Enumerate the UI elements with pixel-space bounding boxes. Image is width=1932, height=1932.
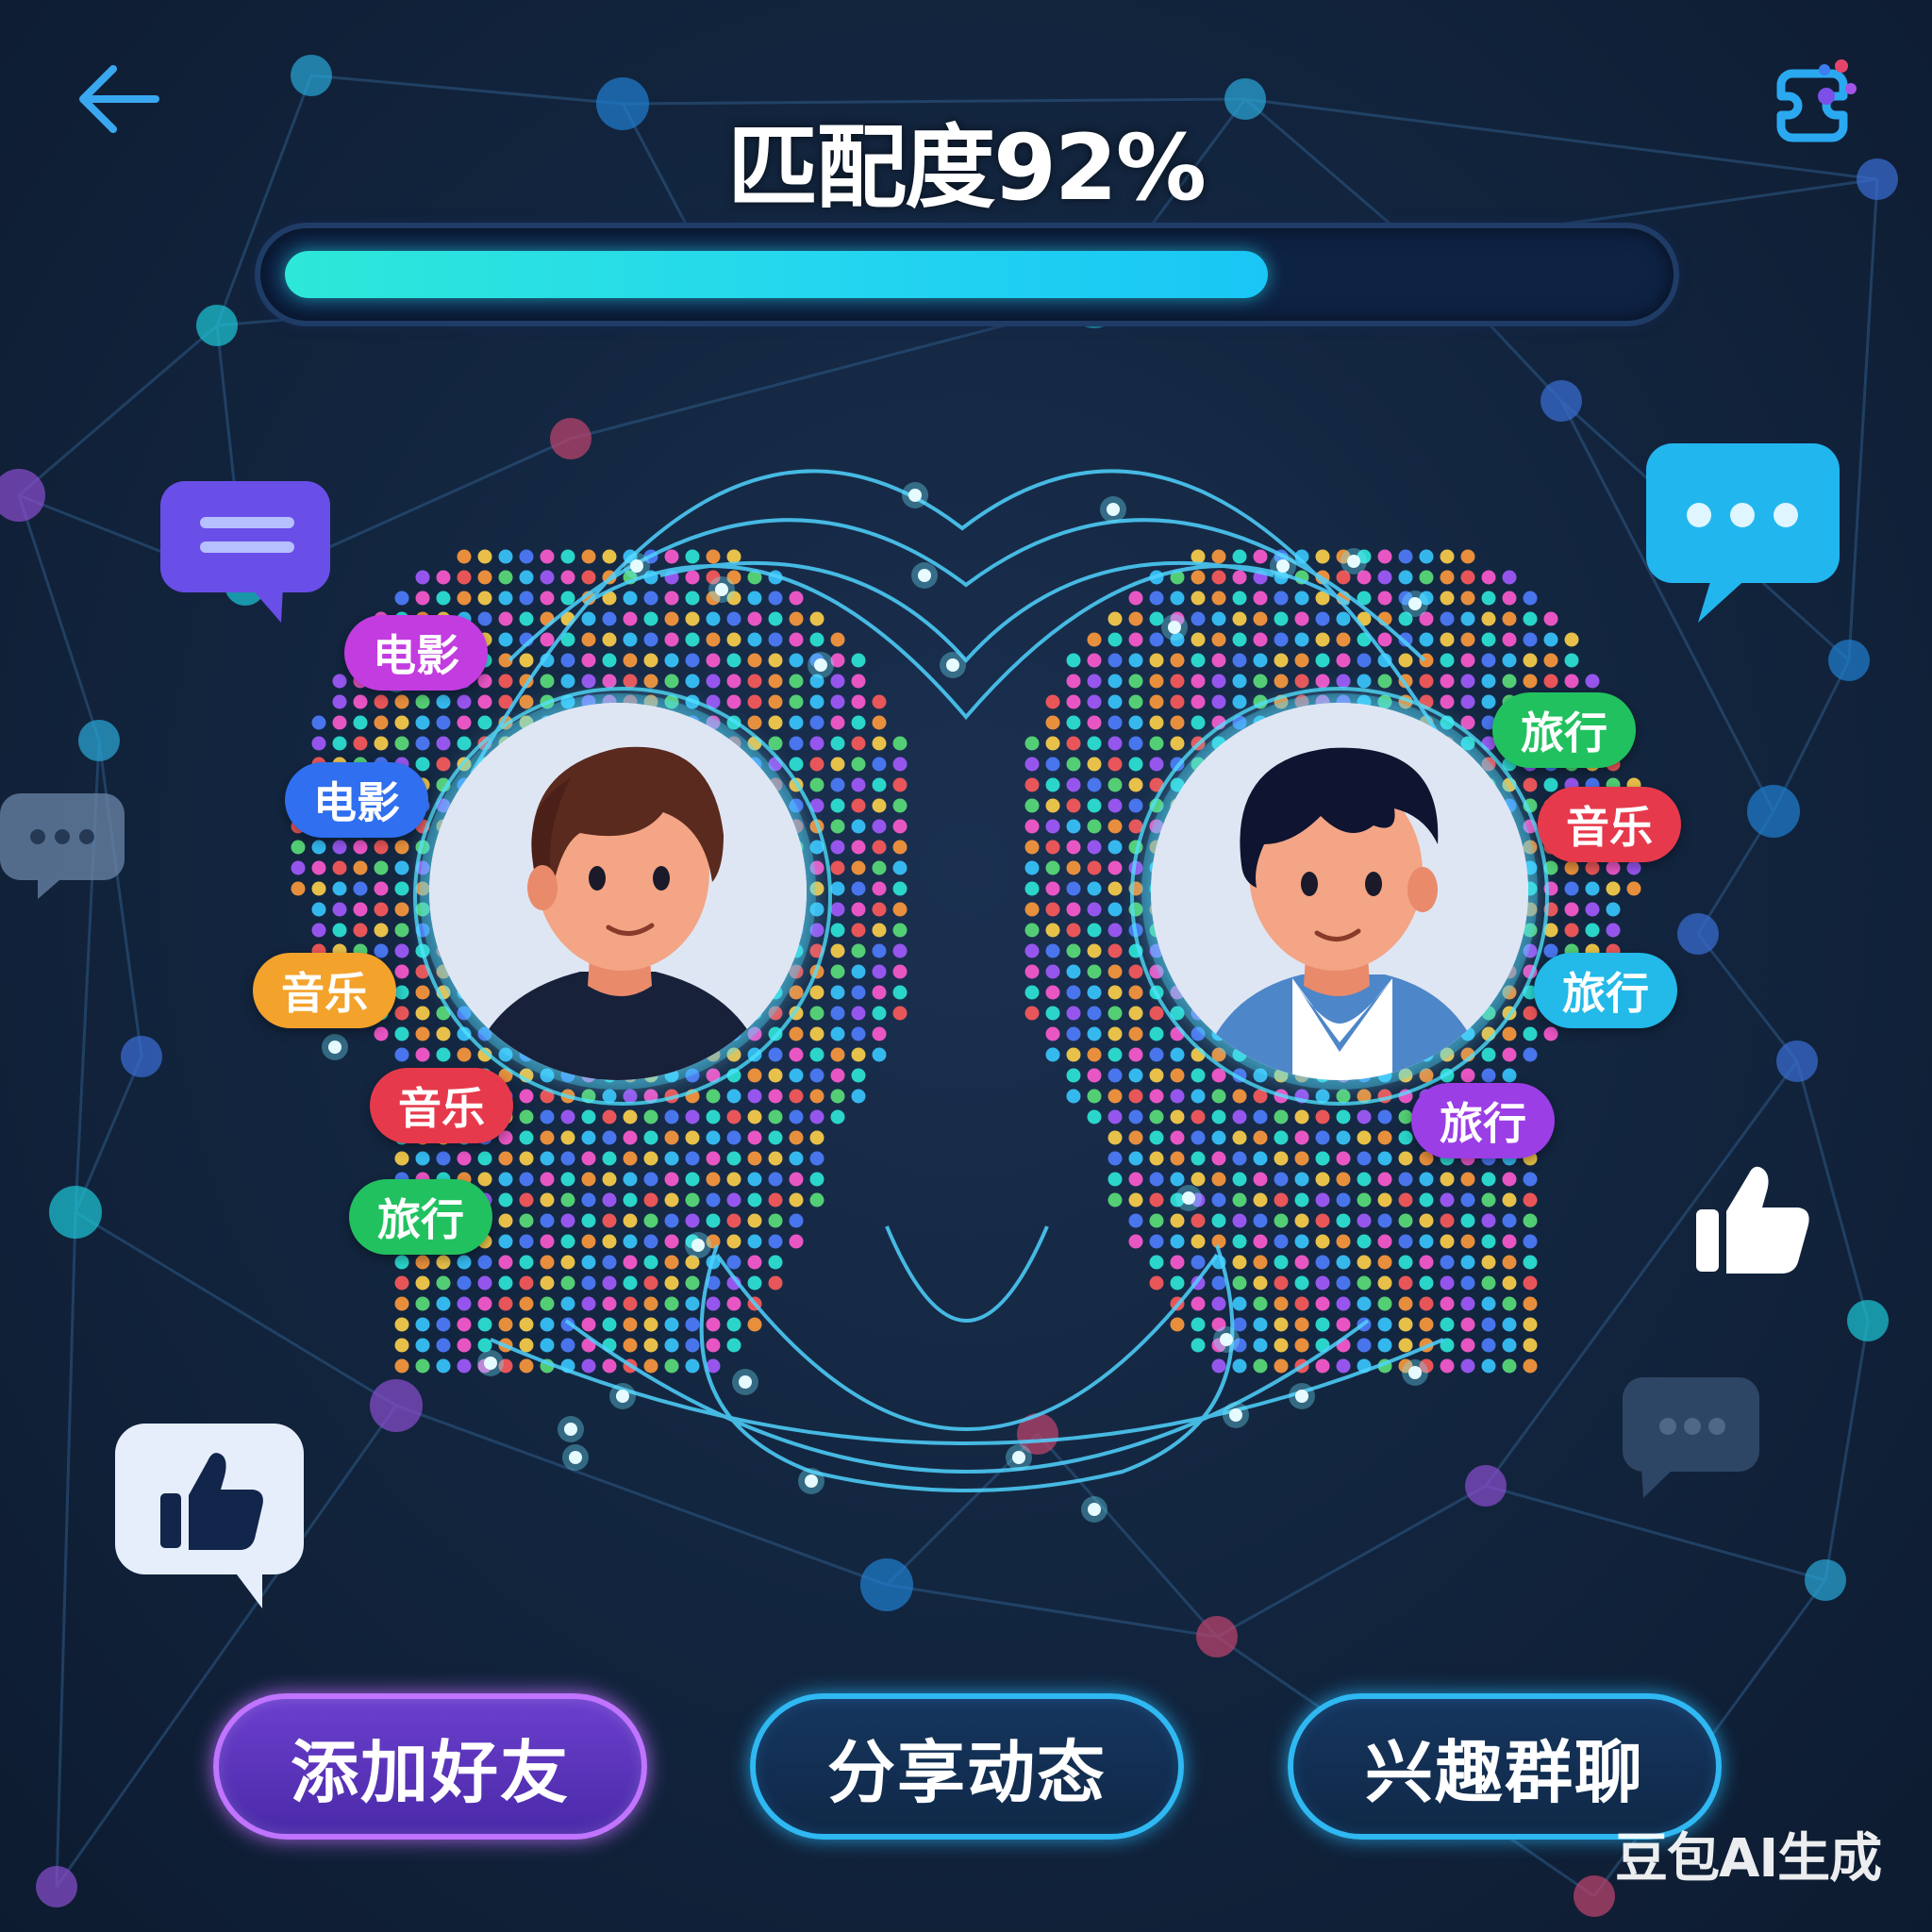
thumbs-up-icon	[1696, 1166, 1809, 1274]
match-progress-fill	[285, 251, 1268, 298]
match-score-title: 匹配度92%	[727, 115, 1207, 221]
interest-tag[interactable]: 电影	[285, 762, 428, 838]
user-avatar-illustration	[429, 703, 807, 1080]
right-user-avatar[interactable]	[1151, 703, 1528, 1080]
interest-tag[interactable]: 电影	[344, 615, 488, 691]
interest-tag[interactable]: 旅行	[349, 1179, 492, 1255]
left-user-avatar[interactable]	[429, 703, 807, 1080]
interest-tag[interactable]: 音乐	[1538, 787, 1681, 862]
chat-bubble-lines-icon	[160, 481, 330, 623]
ai-watermark: 豆包AI生成	[1615, 1828, 1882, 1890]
interest-tag[interactable]: 旅行	[1492, 692, 1636, 768]
match-screen: 匹配度92% 电影 电影 音乐 音乐 旅行 旅行 音乐 旅行 旅行 添加好友 分…	[0, 0, 1932, 1932]
add-friend-button[interactable]: 添加好友	[213, 1693, 647, 1840]
thumbs-up-icon	[115, 1424, 304, 1608]
chat-bubble-dots-icon	[1646, 443, 1840, 623]
chat-bubble-dots-icon	[0, 793, 125, 899]
interest-tag[interactable]: 音乐	[370, 1068, 513, 1143]
interest-tag[interactable]: 音乐	[253, 953, 396, 1028]
interest-tag[interactable]: 旅行	[1534, 953, 1677, 1028]
user-avatar-illustration	[1151, 703, 1528, 1080]
chat-bubble-dots-icon	[1623, 1377, 1759, 1498]
interest-tag[interactable]: 旅行	[1411, 1083, 1555, 1158]
match-progress-bar	[255, 223, 1679, 326]
like-bubble[interactable]	[111, 1420, 309, 1608]
share-post-button[interactable]: 分享动态	[750, 1693, 1184, 1840]
thumbs-up-button[interactable]	[1689, 1160, 1821, 1292]
